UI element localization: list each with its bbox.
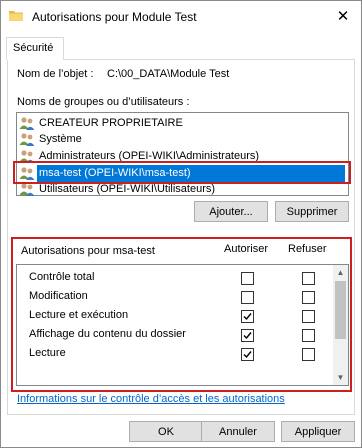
- close-icon: ✕: [336, 8, 350, 25]
- groups-label: Noms de groupes ou d’utilisateurs :: [17, 96, 190, 108]
- permissions-highlight-box: [11, 237, 352, 392]
- ok-button[interactable]: OK: [129, 421, 203, 442]
- folder-icon: [9, 11, 23, 21]
- users-icon: [19, 183, 35, 196]
- window-title: Autorisations pour Module Test: [32, 10, 197, 24]
- cancel-button[interactable]: Annuler: [201, 421, 275, 442]
- remove-button[interactable]: Supprimer: [275, 201, 349, 222]
- tab-bar: Sécurité: [1, 33, 361, 61]
- title-bar: Autorisations pour Module Test ✕: [1, 1, 361, 33]
- object-name-value: C:\00_DATA\Module Test: [107, 68, 230, 80]
- users-icon: [19, 133, 35, 146]
- tab-securite[interactable]: Sécurité: [6, 37, 64, 60]
- list-item-label: Système: [39, 133, 82, 145]
- selection-highlight-box: [13, 161, 351, 184]
- add-button[interactable]: Ajouter...: [194, 201, 268, 222]
- object-name-label: Nom de l’objet :: [17, 68, 94, 80]
- apply-button[interactable]: Appliquer: [281, 421, 355, 442]
- access-control-info-link[interactable]: Informations sur le contrôle d’accès et …: [17, 393, 285, 405]
- tab-label: Sécurité: [13, 42, 54, 54]
- list-item-label: CREATEUR PROPRIETAIRE: [39, 117, 183, 129]
- permissions-dialog: Autorisations pour Module Test ✕ Sécurit…: [0, 0, 362, 448]
- close-button[interactable]: ✕: [331, 7, 355, 27]
- users-icon: [19, 117, 35, 130]
